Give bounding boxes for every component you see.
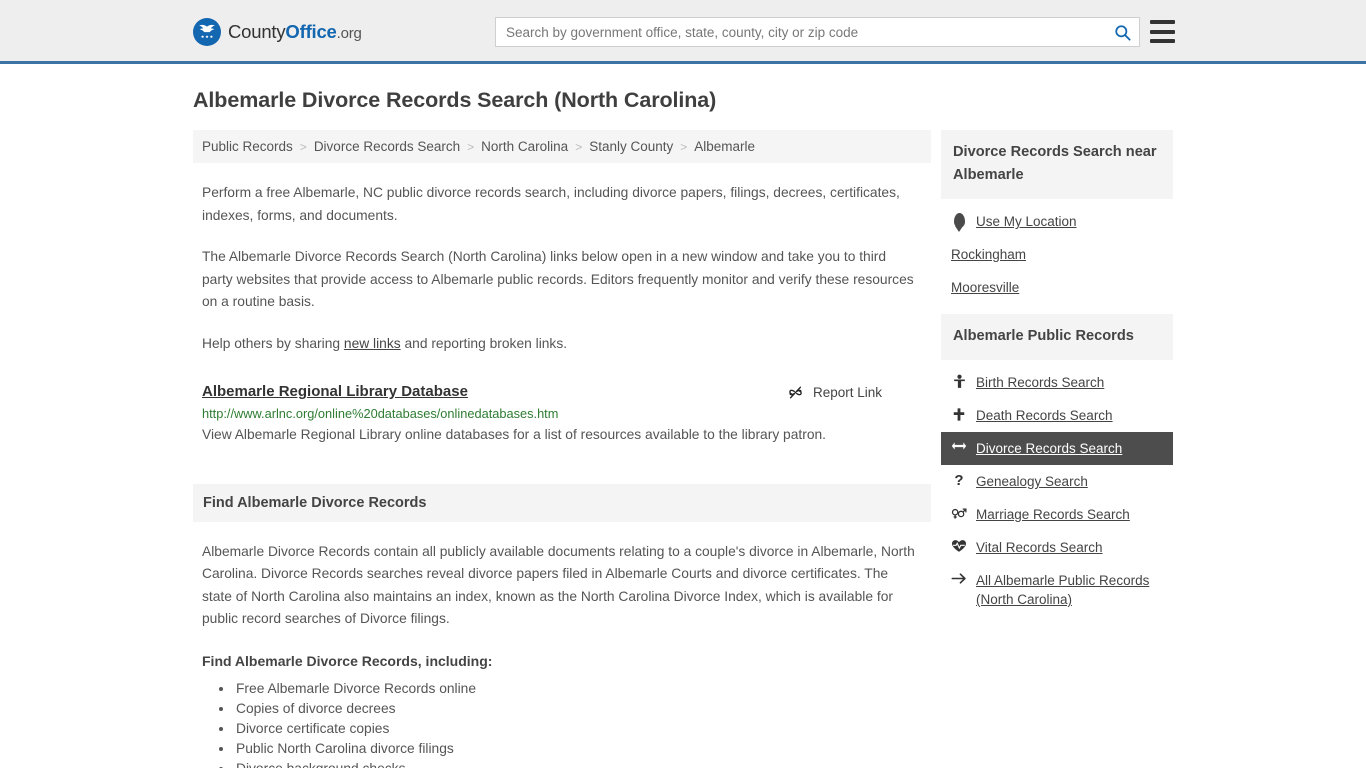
arrow-right-icon — [951, 572, 967, 585]
share-text-after: and reporting broken links. — [400, 335, 568, 351]
intro-paragraph-3: Help others by sharing new links and rep… — [202, 333, 914, 356]
panel-body-nearby: Use My Location Rockingham Mooresville — [941, 199, 1173, 304]
sidebar-item-label: Marriage Records Search — [976, 507, 1130, 522]
list-item: Free Albemarle Divorce Records online — [234, 679, 931, 699]
sidebar-item-use-my-location[interactable]: Use My Location — [941, 205, 1173, 238]
report-link-button[interactable]: Report Link — [787, 384, 882, 401]
list-item: Copies of divorce decrees — [234, 699, 931, 719]
sidebar-item-label: All Albemarle Public Records (North Caro… — [976, 573, 1150, 607]
page-title: Albemarle Divorce Records Search (North … — [193, 88, 717, 112]
sidebar-item-birth-records-search[interactable]: Birth Records Search — [941, 366, 1173, 399]
gender-symbols-icon — [951, 506, 967, 520]
breadcrumb-item-stanly-county[interactable]: Stanly County — [589, 139, 673, 154]
list-item: Divorce certificate copies — [234, 719, 931, 739]
panel-public-records: Albemarle Public Records Birth Records S… — [941, 314, 1173, 616]
section-heading-find-records: Find Albemarle Divorce Records — [193, 483, 931, 522]
sidebar-item-label: Vital Records Search — [976, 540, 1103, 555]
sidebar-item-label: Mooresville — [951, 280, 1020, 295]
breadcrumb-separator: > — [467, 139, 475, 154]
sidebar-item-label: Genealogy Search — [976, 474, 1088, 489]
sidebar-item-vital-records-search[interactable]: Vital Records Search — [941, 531, 1173, 564]
county-office-seal-icon — [193, 18, 221, 46]
panel-heading-nearby: Divorce Records Search near Albemarle — [941, 130, 1173, 199]
sidebar: Divorce Records Search near Albemarle Us… — [941, 130, 1173, 626]
breadcrumb-item-public-records[interactable]: Public Records — [202, 139, 293, 154]
list-item: Divorce background checks — [234, 759, 931, 768]
sidebar-item-label: Birth Records Search — [976, 375, 1105, 390]
hamburger-bar — [1150, 29, 1175, 34]
breadcrumb-item-north-carolina[interactable]: North Carolina — [481, 139, 568, 154]
search-button[interactable] — [1105, 18, 1139, 46]
intro-paragraph-1: Perform a free Albemarle, NC public divo… — [202, 185, 900, 223]
heartbeat-icon — [951, 539, 967, 553]
sidebar-item-all-public-records[interactable]: All Albemarle Public Records (North Caro… — [941, 564, 1173, 616]
logo-text-county: County — [228, 21, 286, 42]
section-body: Albemarle Divorce Records contain all pu… — [202, 541, 931, 631]
section-subheading: Find Albemarle Divorce Records, includin… — [202, 652, 493, 669]
site-logo[interactable]: CountyOffice.org — [193, 18, 362, 46]
logo-wordmark: CountyOffice.org — [228, 21, 362, 43]
breadcrumb-separator: > — [299, 139, 307, 154]
hamburger-menu-button[interactable] — [1150, 20, 1175, 43]
baby-icon — [951, 374, 967, 389]
sidebar-item-label: Divorce Records Search — [976, 441, 1123, 456]
main-content: Public Records > Divorce Records Search … — [193, 130, 931, 768]
sidebar-item-label: Rockingham — [951, 247, 1027, 262]
hamburger-bar — [1150, 39, 1175, 43]
sidebar-item-label: Use My Location — [976, 214, 1077, 229]
sidebar-item-rockingham[interactable]: Rockingham — [941, 238, 1173, 271]
search-bar[interactable] — [495, 17, 1140, 47]
cross-icon — [951, 407, 967, 422]
sidebar-item-divorce-records-search[interactable]: Divorce Records Search — [941, 432, 1173, 465]
site-header: CountyOffice.org — [0, 0, 1366, 64]
content-columns: Public Records > Divorce Records Search … — [193, 130, 1173, 768]
records-bullet-list: Free Albemarle Divorce Records online Co… — [202, 679, 931, 768]
sidebar-item-mooresville[interactable]: Mooresville — [941, 271, 1173, 304]
logo-text-suffix: .org — [336, 25, 362, 42]
panel-nearby-searches: Divorce Records Search near Albemarle Us… — [941, 130, 1173, 304]
section-paragraph: Albemarle Divorce Records contain all pu… — [202, 543, 915, 627]
breadcrumb-separator: > — [575, 139, 583, 154]
sidebar-item-death-records-search[interactable]: Death Records Search — [941, 399, 1173, 432]
list-item: Public North Carolina divorce filings — [234, 739, 931, 759]
question-mark-icon: ? — [954, 472, 964, 489]
map-pin-icon — [951, 213, 967, 228]
result-description: View Albemarle Regional Library online d… — [202, 427, 827, 442]
sidebar-item-label: Death Records Search — [976, 408, 1113, 423]
logo-text-office: Office — [285, 21, 337, 42]
search-input[interactable] — [496, 19, 1105, 45]
search-icon — [1114, 24, 1131, 41]
sidebar-item-marriage-records-search[interactable]: Marriage Records Search — [941, 498, 1173, 531]
result-title-link[interactable]: Albemarle Regional Library Database — [202, 383, 468, 400]
breadcrumb: Public Records > Divorce Records Search … — [193, 130, 931, 163]
breadcrumb-item-albemarle: Albemarle — [694, 139, 756, 154]
sidebar-item-genealogy-search[interactable]: ? Genealogy Search — [941, 465, 1173, 498]
intro-paragraph-2: The Albemarle Divorce Records Search (No… — [202, 249, 914, 309]
breadcrumb-separator: > — [680, 139, 688, 154]
breadcrumb-item-divorce-records-search[interactable]: Divorce Records Search — [314, 139, 460, 154]
split-arrows-icon — [951, 440, 967, 452]
result-header-row: Albemarle Regional Library Database Repo… — [202, 383, 918, 401]
report-link-label: Report Link — [812, 385, 882, 400]
broken-link-icon — [789, 386, 802, 399]
result-url: http://www.arlnc.org/online%20databases/… — [202, 406, 559, 421]
panel-heading-public-records: Albemarle Public Records — [941, 314, 1173, 360]
share-text-before: Help others by sharing — [202, 335, 344, 351]
panel-body-public-records: Birth Records Search Death Records Searc… — [941, 360, 1173, 616]
new-links-link[interactable]: new links — [344, 336, 401, 351]
search-result-item: Albemarle Regional Library Database Repo… — [202, 383, 918, 447]
page-container: Albemarle Divorce Records Search (North … — [0, 88, 1366, 768]
hamburger-bar — [1150, 20, 1175, 24]
